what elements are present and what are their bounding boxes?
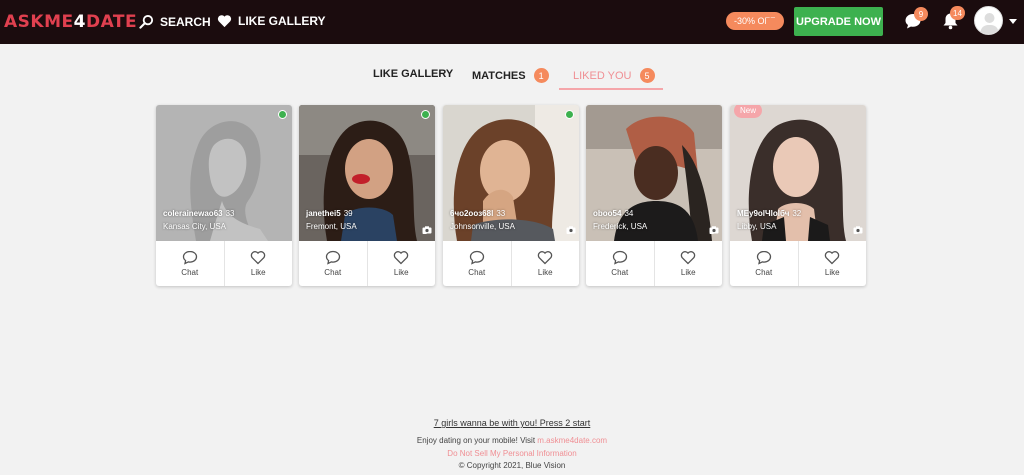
profile-card[interactable]: New MEy9olЧlolбч32 Libby, USA 1 Chat Lik… <box>730 105 866 286</box>
heart-outline-icon <box>251 251 266 265</box>
tab-bar: LIKE GALLERY MATCHES 1 LIKED YOU 5 <box>0 62 1024 90</box>
profile-username: MEy9olЧlolбч <box>737 209 790 218</box>
profile-username: colerainewao63 <box>163 209 223 218</box>
mobile-site-link[interactable]: m.askme4date.com <box>537 436 607 445</box>
profile-age: 33 <box>225 209 235 218</box>
profile-age: 33 <box>496 209 506 218</box>
profile-photo[interactable]: oboo5434 Frederick, USA 1 <box>586 105 722 241</box>
search-nav-label: SEARCH <box>160 14 211 29</box>
do-not-sell-link[interactable]: Do Not Sell My Personal Information <box>447 449 576 458</box>
card-actions: Chat Like <box>586 241 722 286</box>
profile-photo[interactable]: janethei539 Fremont, USA 1 <box>299 105 435 241</box>
profile-photo[interactable]: New MEy9olЧlolбч32 Libby, USA 1 <box>730 105 866 241</box>
profile-card[interactable]: 6чо2оoз68l33 Johnsonville, USA 1 Chat Li… <box>443 105 579 286</box>
site-logo[interactable]: ASKME4DATE <box>4 12 137 32</box>
camera-icon <box>853 226 863 234</box>
photo-count: 1 <box>853 226 863 236</box>
profile-info: colerainewao63 33 Kansas City, USA <box>163 209 235 231</box>
profile-username: 6чо2оoз68l <box>450 209 494 218</box>
like-gallery-nav-label: LIKE GALLERY <box>238 14 326 28</box>
chat-button[interactable]: Chat <box>586 241 654 286</box>
liked-you-count-badge: 5 <box>639 68 655 83</box>
heart-icon <box>217 15 232 28</box>
chat-bubble-icon <box>756 250 771 265</box>
chat-button[interactable]: Chat <box>443 241 511 286</box>
like-button[interactable]: Like <box>797 241 867 286</box>
card-actions: Chat Like <box>299 241 435 286</box>
photo-count: 1 <box>709 226 719 236</box>
profile-photo[interactable]: colerainewao63 33 Kansas City, USA <box>156 105 292 241</box>
like-button[interactable]: Like <box>653 241 723 286</box>
profile-age: 39 <box>343 209 353 218</box>
profile-card[interactable]: colerainewao63 33 Kansas City, USA Chat L… <box>156 105 292 286</box>
profile-age: 32 <box>792 209 802 218</box>
chat-button[interactable]: Chat <box>730 241 798 286</box>
top-navigation-bar: ASKME4DATE SEARCH LIKE GALLERY -30% OFF … <box>0 0 1024 44</box>
messages-count-badge: 9 <box>914 7 928 21</box>
upgrade-now-button[interactable]: UPGRADE NOW <box>794 7 883 36</box>
notifications-count-badge: 14 <box>950 6 965 20</box>
chat-bubble-icon <box>469 250 484 265</box>
profile-username: oboo54 <box>593 209 622 218</box>
like-button[interactable]: Like <box>223 241 293 286</box>
tab-matches[interactable]: MATCHES 1 <box>472 68 549 83</box>
profile-location: Libby, USA <box>737 222 777 231</box>
profile-location: Fremont, USA <box>306 222 357 231</box>
copyright-text: © Copyright 2021, Blue Vision <box>458 461 566 470</box>
camera-icon <box>422 226 432 234</box>
heart-outline-icon <box>825 251 840 265</box>
mobile-promo-text: Enjoy dating on your mobile! Visit m.ask… <box>416 436 608 445</box>
like-gallery-nav-link[interactable]: LIKE GALLERY <box>217 14 326 28</box>
search-icon <box>139 14 154 29</box>
chat-button[interactable]: Chat <box>156 241 224 286</box>
camera-icon <box>566 226 576 234</box>
profile-location: Kansas City, USA <box>163 222 226 231</box>
photo-count: 1 <box>566 226 576 236</box>
chat-bubble-icon <box>612 250 627 265</box>
heart-outline-icon <box>538 251 553 265</box>
online-status-indicator <box>565 110 574 119</box>
card-actions: Chat Like <box>730 241 866 286</box>
profile-location: Frederick, USA <box>593 222 648 231</box>
card-actions: Chat Like <box>156 241 292 286</box>
matches-count-badge: 1 <box>533 68 549 83</box>
photo-count: 1 <box>422 226 432 236</box>
chat-button[interactable]: Chat <box>299 241 367 286</box>
profile-age: 34 <box>624 209 634 218</box>
camera-icon <box>709 226 719 234</box>
active-tab-indicator <box>559 88 663 90</box>
online-status-indicator <box>278 110 287 119</box>
profile-location: Johnsonville, USA <box>450 222 515 231</box>
privacy-link-row: Do Not Sell My Personal Information <box>0 449 1024 458</box>
profile-info: janethei5 39 Fremont, USA <box>306 209 357 231</box>
card-actions: Chat Like <box>443 241 579 286</box>
profile-card[interactable]: oboo5434 Frederick, USA 1 Chat Like <box>586 105 722 286</box>
tab-like-gallery[interactable]: LIKE GALLERY <box>373 68 453 80</box>
chat-bubble-icon <box>325 250 340 265</box>
like-button[interactable]: Like <box>510 241 580 286</box>
heart-outline-icon <box>681 251 696 265</box>
chevron-down-icon[interactable] <box>1009 19 1017 24</box>
search-nav-link[interactable]: SEARCH <box>139 14 211 29</box>
online-status-indicator <box>421 110 430 119</box>
avatar-placeholder-icon <box>980 13 999 34</box>
profile-info: 6чо2оoз68l 33 Johnsonville, USA <box>450 209 515 231</box>
profile-info: oboo54 34 Frederick, USA <box>593 209 647 231</box>
profile-username: janethei5 <box>306 209 341 218</box>
profile-photo[interactable]: 6чо2оoз68l33 Johnsonville, USA 1 <box>443 105 579 241</box>
profile-card[interactable]: janethei539 Fremont, USA 1 Chat Like <box>299 105 435 286</box>
like-button[interactable]: Like <box>366 241 436 286</box>
profile-info: MEy9olЧlolбч 32 Libby, USA <box>737 209 801 231</box>
arrow-right-icon <box>766 13 784 29</box>
tab-liked-you[interactable]: LIKED YOU 5 <box>573 68 655 83</box>
new-badge: New <box>734 105 763 118</box>
user-avatar[interactable] <box>974 6 1003 35</box>
chat-bubble-icon <box>182 250 197 265</box>
promo-link[interactable]: 7 girls wanna be with you! Press 2 start <box>0 418 1024 428</box>
heart-outline-icon <box>394 251 409 265</box>
